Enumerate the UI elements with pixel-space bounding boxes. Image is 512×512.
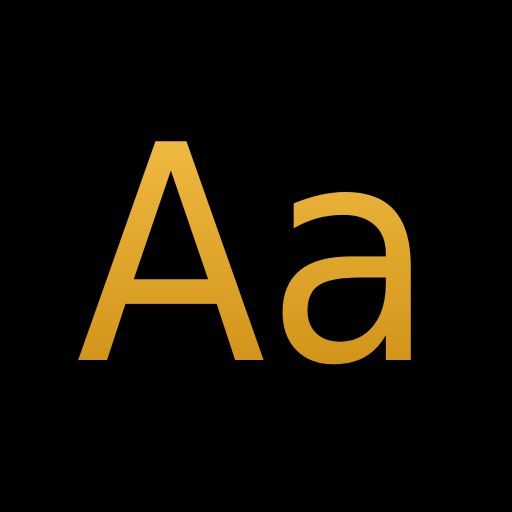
font-icon: Aa (0, 0, 512, 512)
font-sample-text: Aa (76, 82, 436, 431)
font-glyph-graphic: Aa (76, 82, 436, 431)
